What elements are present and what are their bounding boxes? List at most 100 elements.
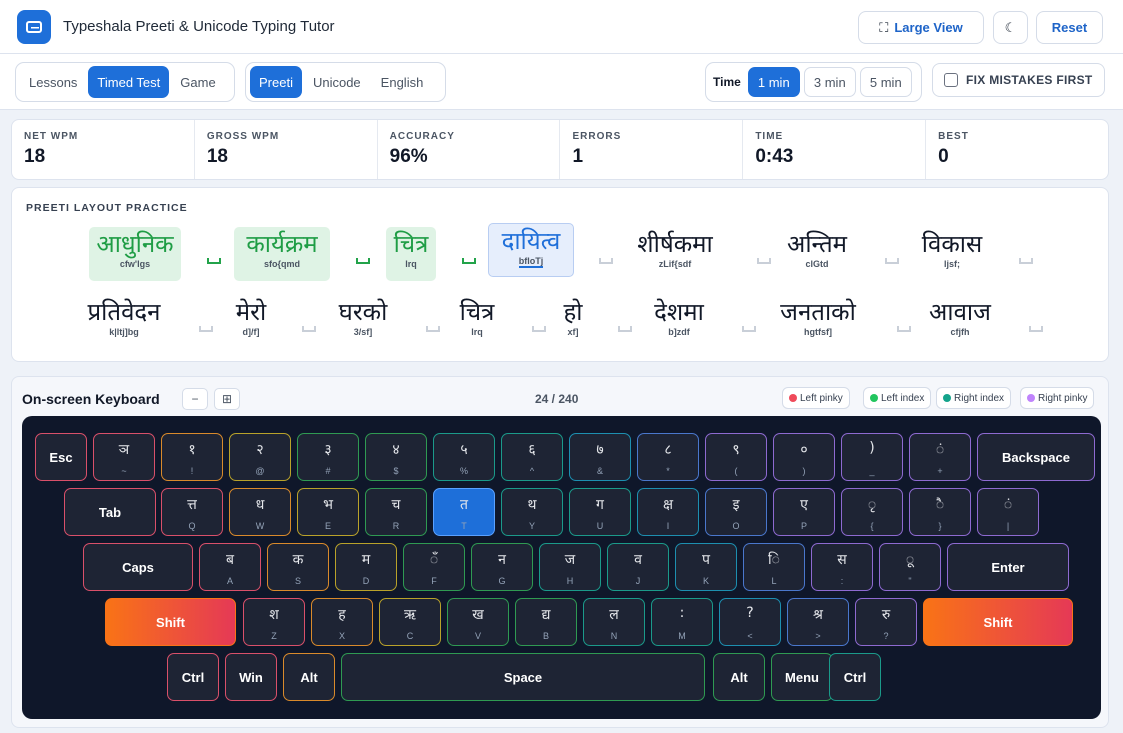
key-label: Win (239, 669, 263, 685)
key-alt[interactable]: Alt (283, 653, 335, 701)
key-[interactable]: ८ * (637, 433, 699, 481)
key-ctrl[interactable]: Ctrl (167, 653, 219, 701)
key-latin: @ (255, 466, 265, 476)
key-[interactable]: ञ ~ (93, 433, 155, 481)
key-[interactable]: ृ{ (841, 488, 903, 536)
layout-unicode[interactable]: Unicode (304, 66, 370, 98)
key-[interactable]: ०) (773, 433, 835, 481)
key-devanagari: द्य (541, 607, 551, 623)
key-l[interactable]: ि L (743, 543, 805, 591)
key-alt[interactable]: Alt (713, 653, 765, 701)
key-latin: I (666, 521, 670, 531)
key-[interactable]: ४ $ (365, 433, 427, 481)
word-romanized: b]zdf (668, 327, 690, 337)
key-tab[interactable]: Tab (64, 488, 156, 536)
key-label: Ctrl (843, 669, 867, 685)
tab-lessons[interactable]: Lessons (20, 66, 86, 98)
key-[interactable]: ं | (977, 488, 1039, 536)
key-enter[interactable]: Enter (947, 543, 1069, 591)
key-[interactable]: ५% (433, 433, 495, 481)
word-devanagari: हो (563, 298, 583, 326)
key-[interactable]: ै} (909, 488, 971, 536)
key-[interactable]: ७ & (569, 433, 631, 481)
key-[interactable]: ू " (879, 543, 941, 591)
time-5min-button[interactable]: 5 min (859, 67, 912, 97)
key-[interactable]: ) _ (841, 433, 903, 481)
key-latin: > (815, 631, 821, 641)
key-k[interactable]: पK (675, 543, 737, 591)
key-x[interactable]: हX (311, 598, 373, 646)
key-g[interactable]: नG (471, 543, 533, 591)
grid-icon[interactable]: ⊞ (214, 388, 240, 410)
key-c[interactable]: ऋC (379, 598, 441, 646)
key-s[interactable]: कS (267, 543, 329, 591)
key-p[interactable]: एP (773, 488, 835, 536)
key-[interactable]: २ @ (229, 433, 291, 481)
key-caps[interactable]: Caps (83, 543, 193, 591)
key-devanagari: रु (881, 607, 891, 623)
key-win[interactable]: Win (225, 653, 277, 701)
key-menu[interactable]: Menu (771, 653, 833, 701)
key-shift[interactable]: Shift (923, 598, 1073, 646)
key-r[interactable]: चR (365, 488, 427, 536)
key-ctrl[interactable]: Ctrl (829, 653, 881, 701)
key-a[interactable]: बA (199, 543, 261, 591)
key-label: Ctrl (181, 669, 205, 685)
key-latin: # (325, 466, 331, 476)
legend-dot (870, 394, 878, 402)
stat-label: GROSS WPM (206, 131, 280, 142)
reset-button[interactable]: Reset (1036, 11, 1103, 44)
key-latin: ) (802, 466, 806, 476)
key-[interactable]: ३ # (297, 433, 359, 481)
key-f[interactable]: ँ F (403, 543, 465, 591)
key-w[interactable]: धW (229, 488, 291, 536)
key-[interactable]: श्र > (787, 598, 849, 646)
key-h[interactable]: जH (539, 543, 601, 591)
key-e[interactable]: भE (297, 488, 359, 536)
practice-panel: PREETI LAYOUT PRACTICE आधुनिक cfw'lgs कार्… (11, 187, 1109, 362)
stat-value: 1 (572, 146, 584, 167)
fix-mistakes-checkbox[interactable] (944, 73, 958, 87)
key-u[interactable]: गU (569, 488, 631, 536)
key-m[interactable]: :M (651, 598, 713, 646)
key-[interactable]: ९( (705, 433, 767, 481)
layout-preeti[interactable]: Preeti (250, 66, 302, 98)
word-devanagari: अन्तिम (787, 230, 847, 258)
key-y[interactable]: थY (501, 488, 563, 536)
key-b[interactable]: द्य B (515, 598, 577, 646)
key-[interactable]: १! (161, 433, 223, 481)
key-esc[interactable]: Esc (35, 433, 87, 481)
layout-english[interactable]: English (372, 66, 433, 98)
key-n[interactable]: लN (583, 598, 645, 646)
key-j[interactable]: वJ (607, 543, 669, 591)
tab-timed-test[interactable]: Timed Test (88, 66, 170, 98)
key-z[interactable]: शZ (243, 598, 305, 646)
fix-mistakes-toggle[interactable]: FIX MISTAKES FIRST (932, 63, 1105, 97)
key-v[interactable]: खV (447, 598, 509, 646)
key-d[interactable]: मD (335, 543, 397, 591)
key-shift[interactable]: Shift (105, 598, 236, 646)
time-3min-button[interactable]: 3 min (803, 67, 856, 97)
space-marker (742, 326, 756, 332)
stat-value: 96% (389, 146, 428, 167)
theme-toggle-button[interactable]: ☾ (993, 11, 1028, 44)
key-devanagari: प (702, 552, 710, 568)
key-[interactable]: ं + (909, 433, 971, 481)
key-i[interactable]: क्ष I (637, 488, 699, 536)
key-[interactable]: ६ ^ (501, 433, 563, 481)
key-t[interactable]: तT (433, 488, 495, 536)
shrink-keyboard-button[interactable]: − (182, 388, 208, 410)
key-[interactable]: रु? (855, 598, 917, 646)
time-1min-button[interactable]: 1 min (747, 67, 800, 97)
key-backspace[interactable]: Backspace (977, 433, 1095, 481)
key-devanagari: ल (609, 607, 619, 623)
key-q[interactable]: त्त Q (161, 488, 223, 536)
key-[interactable]: स: (811, 543, 873, 591)
key-[interactable]: ? < (719, 598, 781, 646)
key-o[interactable]: इO (705, 488, 767, 536)
key-label: Backspace (1002, 449, 1070, 465)
tab-game[interactable]: Game (171, 66, 224, 98)
large-view-button[interactable]: ⛶ Large View (858, 11, 984, 44)
stat-value: 0 (938, 146, 949, 167)
key-space[interactable]: Space (341, 653, 705, 701)
